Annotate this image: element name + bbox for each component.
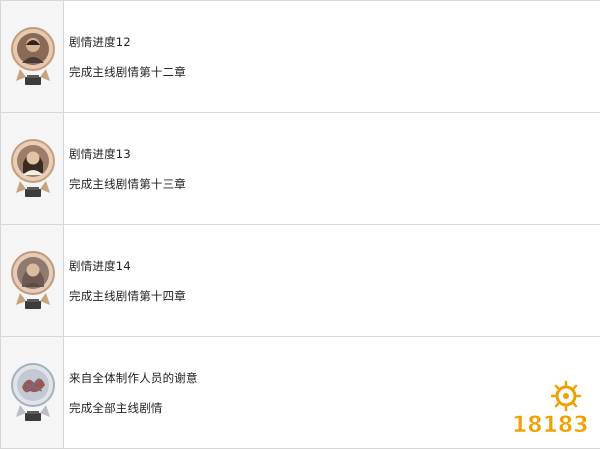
watermark-logo: 18183 bbox=[512, 380, 589, 438]
medal-cell bbox=[0, 225, 64, 336]
medal-portrait-woman-icon bbox=[11, 251, 55, 309]
table-row: 剧情进度12 完成主线剧情第十二章 bbox=[0, 1, 600, 113]
row-description: 完成主线剧情第十三章 bbox=[69, 177, 186, 191]
medal-portrait-man-icon bbox=[11, 27, 55, 85]
row-description: 完成全部主线剧情 bbox=[69, 401, 163, 415]
row-description: 完成主线剧情第十四章 bbox=[69, 289, 186, 303]
medal-portrait-woman-icon bbox=[11, 139, 55, 197]
medal-cell bbox=[0, 113, 64, 224]
row-title: 剧情进度12 bbox=[69, 35, 131, 49]
medal-cell bbox=[0, 337, 64, 448]
sun-logo-icon bbox=[550, 380, 582, 412]
row-title: 来自全体制作人员的谢意 bbox=[69, 371, 198, 385]
table-row: 剧情进度14 完成主线剧情第十四章 bbox=[0, 225, 600, 337]
row-title: 剧情进度13 bbox=[69, 147, 131, 161]
watermark-text: 18183 bbox=[512, 413, 589, 438]
medal-cell bbox=[0, 1, 64, 112]
row-text: 剧情进度12 完成主线剧情第十二章 bbox=[65, 1, 600, 112]
table-row: 剧情进度13 完成主线剧情第十三章 bbox=[0, 113, 600, 225]
row-text: 剧情进度14 完成主线剧情第十四章 bbox=[65, 225, 600, 336]
row-text: 剧情进度13 完成主线剧情第十三章 bbox=[65, 113, 600, 224]
row-description: 完成主线剧情第十二章 bbox=[69, 65, 186, 79]
row-title: 剧情进度14 bbox=[69, 259, 131, 273]
medal-silver-emblem-icon bbox=[11, 363, 55, 421]
